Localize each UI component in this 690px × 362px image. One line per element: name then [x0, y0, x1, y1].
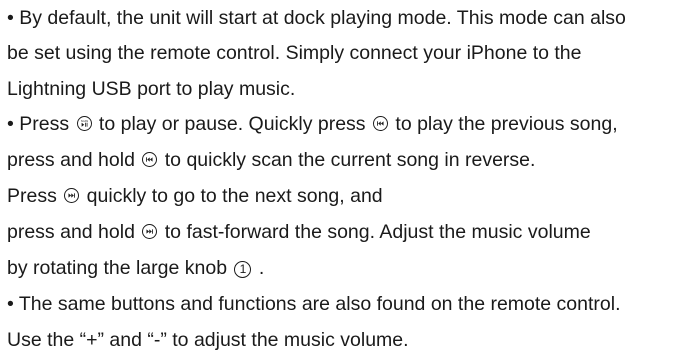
next-icon [64, 188, 80, 203]
knob-number-badge: 1 [234, 261, 252, 278]
text-line: Use the “+” and “-” to adjust the music … [7, 329, 409, 351]
text-segment: to play or pause. Quickly press [93, 113, 371, 135]
text-segment: to quickly scan the current song in reve… [159, 149, 536, 171]
text-line: Lightning USB port to play music. [7, 78, 296, 100]
text-line: by rotating the large knob 1 . [7, 253, 264, 283]
text-segment: Press [7, 185, 63, 207]
text-line: press and hold to quickly scan the curre… [7, 145, 535, 175]
previous-icon [142, 152, 158, 167]
text-line: Press quickly to go to the next song, an… [7, 181, 383, 211]
text-line: • The same buttons and functions are als… [7, 293, 621, 315]
text-line: • By default, the unit will start at doc… [7, 7, 626, 29]
play-pause-icon: SCAN [76, 116, 92, 131]
text-segment: . [253, 257, 265, 279]
manual-text-page: • By default, the unit will start at doc… [0, 0, 690, 362]
text-segment: quickly to go to the next song, and [81, 185, 383, 207]
text-segment: to fast-forward the song. Adjust the mus… [159, 221, 591, 243]
text-segment: press and hold [7, 149, 141, 171]
text-segment: by rotating the large knob [7, 257, 233, 279]
text-segment: • Press [7, 113, 75, 135]
next-icon [142, 224, 158, 239]
text-line: be set using the remote control. Simply … [7, 42, 582, 64]
previous-icon [372, 116, 388, 131]
text-segment: press and hold [7, 221, 141, 243]
text-line: • Press SCAN to play or pause. Quickly p… [7, 109, 618, 139]
scan-label: SCAN [80, 119, 87, 123]
text-line: press and hold to fast-forward the song.… [7, 217, 591, 247]
text-segment: to play the previous song, [389, 113, 618, 135]
